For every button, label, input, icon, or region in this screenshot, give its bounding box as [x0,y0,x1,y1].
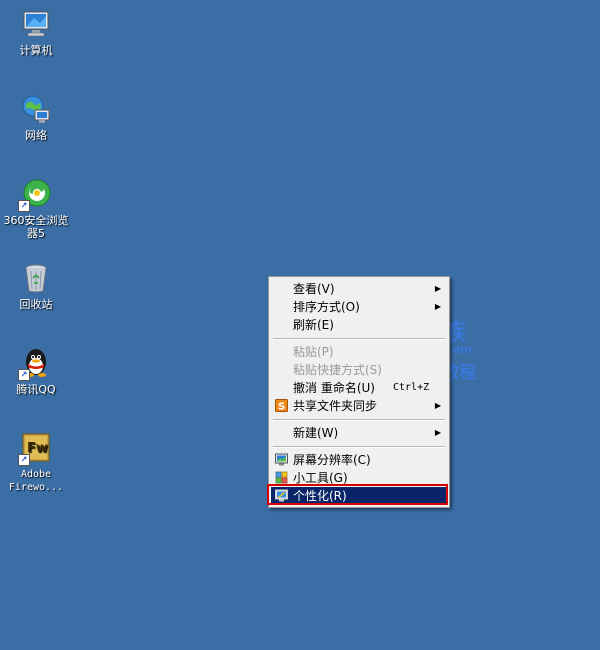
shortcut-arrow-icon: ↗ [18,200,30,212]
qq-icon: ↗ [18,347,52,381]
menu-item-undo-rename[interactable]: 撤消 重命名(U) Ctrl+Z [271,379,447,397]
menu-item-label: 屏幕分辨率(C) [293,453,371,467]
shortcut-arrow-icon: ↗ [18,369,30,381]
desktop-icon-network[interactable]: 网络 [0,93,72,142]
computer-icon [20,8,52,40]
submenu-arrow-icon: ▶ [434,401,441,410]
menu-item-screen-resolution[interactable]: 屏幕分辨率(C) [271,451,447,469]
menu-separator [273,446,445,448]
desktop-icon-label: Adobe [20,469,52,480]
menu-item-label: 查看(V) [293,282,335,296]
desktop-icon-label: Firewo... [8,482,64,493]
screen-resolution-icon [275,453,288,466]
gadgets-icon [275,471,288,484]
menu-item-label: 共享文件夹同步 [293,399,378,413]
browser-360-icon: ↗ [18,178,52,212]
recycle-bin-icon [20,262,52,294]
menu-item-paste: 粘贴(P) [271,343,447,361]
menu-item-view[interactable]: 查看(V) ▶ [271,280,447,298]
menu-item-shortcut: Ctrl+Z [393,382,430,393]
menu-item-label: 新建(W) [293,426,339,440]
submenu-arrow-icon: ▶ [434,284,441,293]
menu-item-share-folder-sync[interactable]: S 共享文件夹同步 ▶ [271,397,447,415]
menu-item-refresh[interactable]: 刷新(E) [271,316,447,334]
menu-item-label: 撤消 重命名(U) [293,381,375,395]
shortcut-arrow-icon: ↗ [18,454,30,466]
svg-text:Fw: Fw [27,441,48,456]
menu-item-label: 排序方式(O) [293,300,360,314]
submenu-arrow-icon: ▶ [434,428,441,437]
desktop-icon-computer[interactable]: 计算机 [0,8,72,57]
network-icon [20,93,52,125]
svg-text:S: S [278,402,285,413]
desktop-icon-recycle-bin[interactable]: 回收站 [0,262,72,311]
desktop-icon-label: 回收站 [19,298,53,311]
menu-separator [273,338,445,340]
fireworks-icon: Fw ↗ [18,432,52,466]
menu-item-paste-shortcut: 粘贴快捷方式(S) [271,361,447,379]
desktop-icon-label: 360安全浏览器5 [3,214,69,240]
menu-item-sort-by[interactable]: 排序方式(O) ▶ [271,298,447,316]
menu-item-new[interactable]: 新建(W) ▶ [271,424,447,442]
desktop-icon-label: 计算机 [19,44,53,57]
menu-item-label: 粘贴(P) [293,345,334,359]
desktop-icon-label: 腾讯QQ [16,383,56,396]
desktop-icon-label: 网络 [25,129,47,142]
menu-item-label: 刷新(E) [293,318,334,332]
desktop-icon-qq[interactable]: ↗ 腾讯QQ [0,347,72,396]
desktop-context-menu: 查看(V) ▶ 排序方式(O) ▶ 刷新(E) 粘贴(P) 粘贴快捷方式(S) … [268,276,450,508]
menu-separator [273,419,445,421]
desktop-icon-fireworks[interactable]: Fw ↗ Adobe Firewo... [0,432,72,494]
menu-item-label: 粘贴快捷方式(S) [293,363,382,377]
desktop-icon-360-browser[interactable]: ↗ 360安全浏览器5 [0,178,72,240]
highlight-annotation-box [267,484,448,505]
share-sync-icon: S [275,399,288,413]
submenu-arrow-icon: ▶ [434,302,441,311]
